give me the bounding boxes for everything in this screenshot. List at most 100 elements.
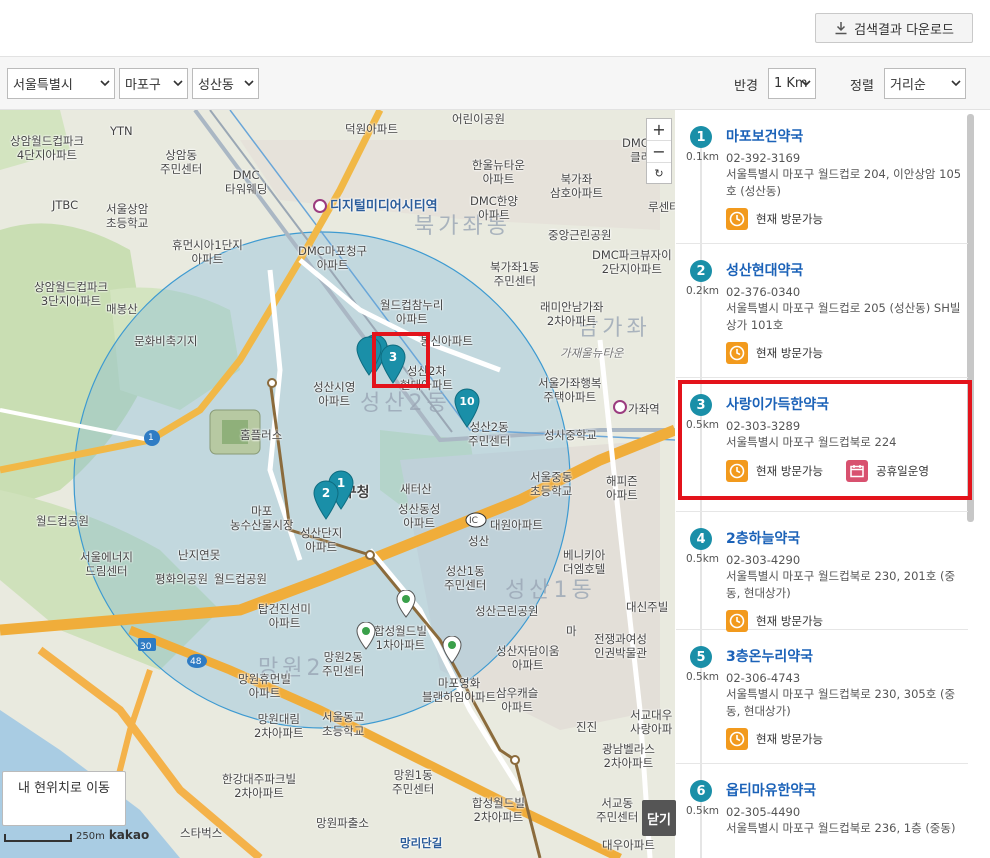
map-label: 합성월드빌 1차아파트 — [374, 624, 427, 652]
station-label: 가좌역 — [628, 402, 660, 416]
city-select[interactable]: 서울특별시 — [7, 68, 115, 99]
map-label: 탑건진선미 아파트 — [258, 602, 311, 630]
map-label: 성산1동 주민센터 — [444, 564, 487, 592]
refresh-icon[interactable]: ↻ — [647, 163, 671, 184]
pharmacy-phone: 02-376-0340 — [726, 285, 801, 299]
pharmacy-marker-2[interactable]: 2 — [313, 480, 339, 520]
station-label: 디지털미디어시티역 — [330, 199, 438, 214]
map-label: 베니키아 더엠호텔 — [563, 548, 606, 576]
district-select-value: 마포구 — [125, 78, 161, 93]
my-location-button[interactable]: 내 현위치로 이동 — [2, 771, 126, 826]
map-label: DMC 타워웨딩 — [225, 168, 268, 196]
scale-label: 250m — [76, 831, 105, 842]
visit-status-label: 현재 방문가능 — [756, 212, 824, 226]
marker-number: 2 — [322, 486, 330, 500]
map-label: 어린이공원 — [452, 112, 505, 126]
map-label: 성산단지 아파트 — [300, 526, 343, 554]
download-results-button[interactable]: 검색결과 다운로드 — [815, 13, 973, 43]
close-map-button[interactable]: 닫기 — [642, 800, 676, 836]
map-label: 대신주빌 — [626, 600, 669, 614]
pharmacy-name-link[interactable]: 마포보건약국 — [726, 126, 803, 146]
map-label: 월드컵공원 — [36, 514, 89, 528]
map-label: 서울상암 초등학교 — [106, 202, 149, 230]
map-label: 한울뉴타운 아파트 — [472, 158, 525, 186]
map-label: 서교대우 사랑아파 — [630, 708, 673, 736]
map-label: 성산동성 아파트 — [398, 502, 441, 530]
scale-bar — [4, 834, 72, 842]
dong-select[interactable]: 성산동 — [192, 68, 259, 99]
sort-select-value: 거리순 — [890, 78, 926, 93]
chevron-down-icon — [244, 80, 254, 87]
pharmacy-list-item[interactable]: 5 0.5km 3층온누리약국 02-306-4743 서울특별시 마포구 월드컵북로 … — [676, 630, 968, 764]
map-label: DMC마포청구 아파트 — [298, 244, 368, 272]
pharmacy-distance: 0.2km — [686, 285, 720, 297]
map-label: 해피즌 아파트 — [606, 474, 638, 502]
pharmacy-distance: 0.1km — [686, 151, 720, 163]
map-label: 문화비축기지 — [134, 334, 198, 348]
map-label: 성산근린공원 — [475, 604, 539, 618]
map-label: 래미안남가좌 2차아파트 — [540, 300, 604, 328]
map-label: 북가좌1동 주민센터 — [490, 260, 540, 288]
pharmacy-name-link[interactable]: 2층하늘약국 — [726, 528, 800, 548]
route-shield: 48 — [190, 657, 202, 667]
visit-status-label: 현재 방문가능 — [756, 614, 824, 628]
clock-icon — [726, 728, 748, 750]
visit-status-label: 현재 방문가능 — [756, 732, 824, 746]
pharmacy-phone: 02-303-4290 — [726, 553, 801, 567]
city-select-value: 서울특별시 — [13, 78, 73, 93]
pharmacy-distance: 0.5km — [686, 805, 720, 817]
store-marker-icon[interactable] — [442, 636, 462, 664]
map-label: 망원2동 주민센터 — [322, 650, 365, 678]
map-label: 북가좌 삼호아파트 — [550, 172, 603, 200]
kakao-logo: kakao — [108, 828, 150, 842]
pharmacy-name-link[interactable]: 성산현대약국 — [726, 260, 803, 280]
pharmacy-list-item[interactable]: 1 0.1km 마포보건약국 02-392-3169 서울특별시 마포구 월드컵로 20… — [676, 110, 968, 244]
zoom-in-button[interactable]: + — [647, 119, 671, 141]
dong-select-value: 성산동 — [198, 78, 234, 93]
sort-select[interactable]: 거리순 — [884, 68, 966, 99]
map-label: 망원휴먼빌 아파트 — [238, 672, 291, 700]
pharmacy-address: 서울특별시 마포구 월드컵북로 230, 201호 (중동, 현대상가) — [726, 569, 956, 600]
pharmacy-name-link[interactable]: 3층온누리약국 — [726, 646, 813, 666]
map-label: 서울동교 초등학교 — [322, 710, 365, 738]
download-icon — [835, 22, 847, 35]
pharmacy-marker-10[interactable]: 10 — [454, 388, 480, 428]
pharmacy-list-item[interactable]: 6 0.5km 옵티마유한약국 02-305-4490 서울특별시 마포구 월드컵북로 … — [676, 764, 968, 858]
store-marker-icon[interactable] — [356, 622, 376, 650]
pharmacy-address: 서울특별시 마포구 월드컵북로 236, 1층 (중동) — [726, 821, 956, 835]
pharmacy-phone: 02-306-4743 — [726, 671, 801, 685]
visit-status-badge: 현재 방문가능 — [726, 728, 823, 750]
chevron-down-icon — [801, 80, 811, 87]
pharmacy-rank: 2 — [690, 260, 712, 282]
visit-status-badge: 현재 방문가능 — [726, 610, 823, 632]
district-select[interactable]: 마포구 — [119, 68, 188, 99]
map-label: 상암월드컵파크 3단지아파트 — [34, 280, 109, 308]
marker-number: 10 — [459, 395, 475, 408]
pharmacy-list-item[interactable]: 4 0.5km 2층하늘약국 02-303-4290 서울특별시 마포구 월드컵북로 2… — [676, 512, 968, 632]
map-label: 진진 — [576, 720, 598, 734]
chevron-down-icon — [173, 80, 183, 87]
zoom-out-button[interactable]: − — [647, 141, 671, 163]
radius-select[interactable]: 1 Km — [768, 68, 816, 99]
map-label: 성산시영 아파트 — [313, 380, 356, 408]
clock-icon — [726, 342, 748, 364]
map-label: 덕원아파트 — [345, 122, 398, 136]
pharmacy-list-item[interactable]: 2 0.2km 성산현대약국 02-376-0340 서울특별시 마포구 월드컵로 20… — [676, 244, 968, 378]
map-label: 상암동 주민센터 — [160, 148, 203, 176]
map-label: 대우아파트 — [602, 838, 655, 852]
store-marker-icon[interactable] — [396, 590, 416, 618]
map-label: 합성월드빌 2차아파트 — [472, 796, 525, 824]
pharmacy-name-link[interactable]: 옵티마유한약국 — [726, 780, 816, 800]
chevron-down-icon — [951, 80, 961, 87]
map-area-label: 성산1동 — [505, 578, 596, 603]
map-label: 상암월드컵파크 4단지아파트 — [10, 134, 85, 162]
pharmacy-address: 서울특별시 마포구 월드컵북로 230, 305호 (중동, 현대상가) — [726, 687, 956, 718]
map-label: 서울가좌행복 주택아파트 — [538, 376, 602, 404]
pharmacy-phone: 02-305-4490 — [726, 805, 801, 819]
map-view[interactable]: 북가좌동 성산2동 성산1동 망원2 남가좌 YTN 상암월드컵파크 4단지아파… — [0, 110, 675, 858]
map-label: 서울중동 초등학교 — [530, 470, 573, 498]
map-label: 중앙근린공원 — [548, 228, 612, 242]
map-label: 성산자담이움 아파트 — [496, 644, 560, 672]
top-bar: 검색결과 다운로드 — [0, 0, 990, 56]
map-label: 광남벨라스 2차아파트 — [602, 742, 655, 770]
